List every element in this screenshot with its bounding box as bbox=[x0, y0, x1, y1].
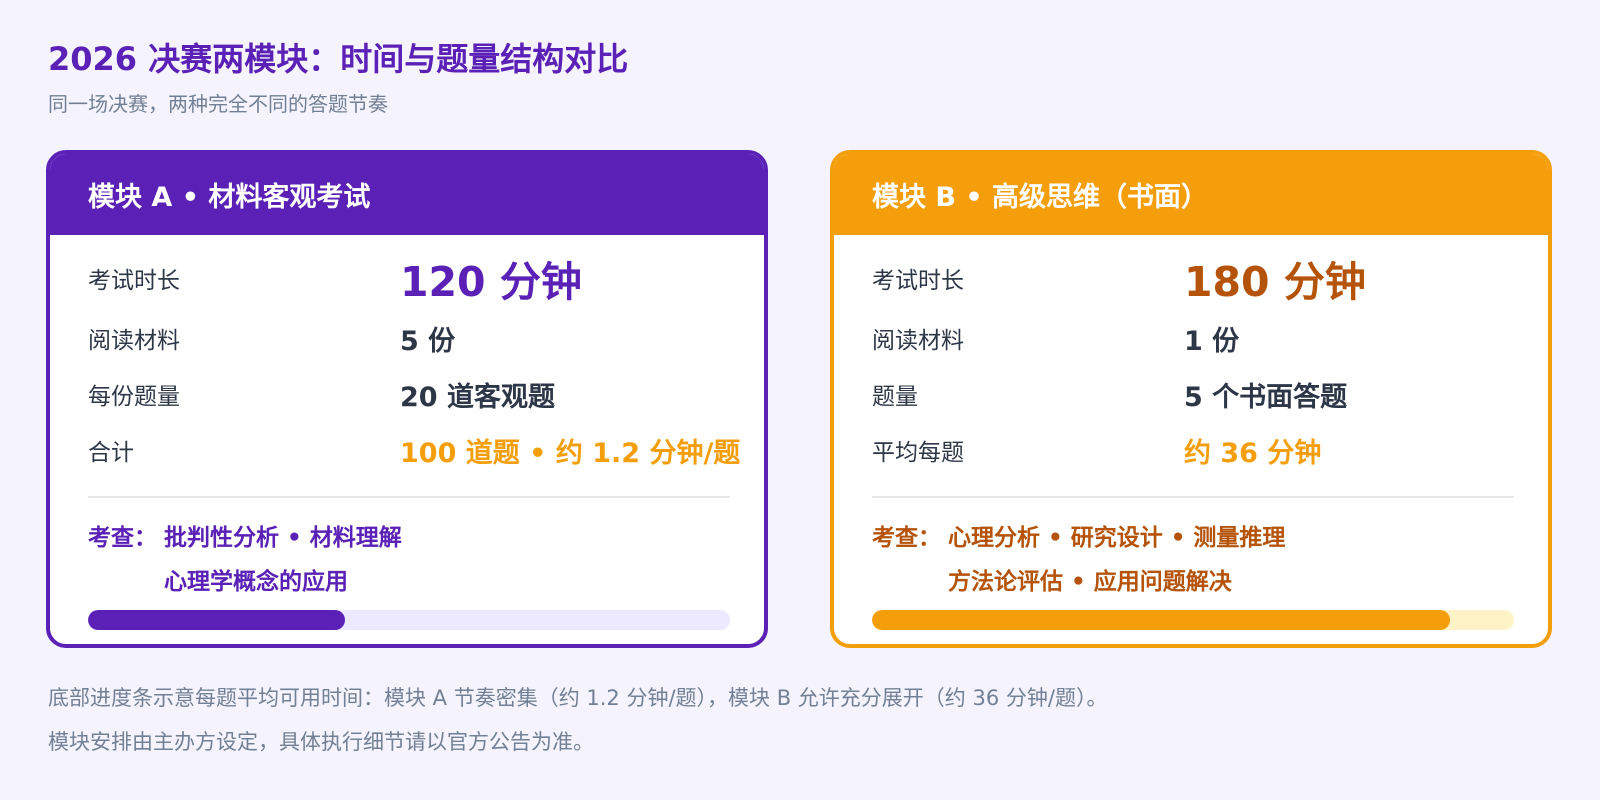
focus-line: 心理学概念的应用 bbox=[164, 569, 348, 595]
row-value: 120 分钟 bbox=[400, 258, 582, 306]
divider bbox=[872, 496, 1514, 498]
row-label: 考试时长 bbox=[88, 268, 180, 294]
row-label: 考试时长 bbox=[872, 268, 964, 294]
module-b-card: 模块 B • 高级思维（书面） 考试时长 180 分钟 阅读材料 1 份 题量 … bbox=[830, 150, 1552, 648]
module-a-time-bar-fill bbox=[88, 610, 345, 630]
row-label: 阅读材料 bbox=[872, 328, 964, 354]
row-label: 题量 bbox=[872, 384, 918, 410]
module-a-time-bar bbox=[88, 610, 730, 630]
row-value: 1 份 bbox=[1184, 325, 1240, 357]
footnote-disclaimer: 模块安排由主办方设定，具体执行细节请以官方公告为准。 bbox=[48, 730, 594, 754]
row-label: 阅读材料 bbox=[88, 328, 180, 354]
module-b-row-questions: 题量 5 个书面答题 bbox=[872, 366, 1538, 422]
module-a-focus: 考查： 批判性分析 • 材料理解 心理学概念的应用 bbox=[88, 516, 402, 604]
module-a-row-materials: 阅读材料 5 份 bbox=[88, 310, 754, 366]
module-a-row-duration: 考试时长 120 分钟 bbox=[88, 250, 754, 306]
focus-prefix: 考查： bbox=[872, 525, 941, 551]
page-title: 2026 决赛两模块：时间与题量结构对比 bbox=[48, 40, 629, 78]
row-label: 每份题量 bbox=[88, 384, 180, 410]
row-value: 20 道客观题 bbox=[400, 381, 555, 413]
module-b-row-average: 平均每题 约 36 分钟 bbox=[872, 422, 1538, 478]
row-value: 约 36 分钟 bbox=[1184, 437, 1322, 469]
module-b-focus: 考查： 心理分析 • 研究设计 • 测量推理 方法论评估 • 应用问题解决 bbox=[872, 516, 1285, 604]
focus-prefix: 考查： bbox=[88, 525, 157, 551]
module-a-row-total: 合计 100 道题 • 约 1.2 分钟/题 bbox=[88, 422, 754, 478]
focus-line: 方法论评估 • 应用问题解决 bbox=[948, 569, 1232, 595]
module-b-row-materials: 阅读材料 1 份 bbox=[872, 310, 1538, 366]
module-b-time-bar-fill bbox=[872, 610, 1450, 630]
module-a-card: 模块 A • 材料客观考试 考试时长 120 分钟 阅读材料 5 份 每份题量 … bbox=[46, 150, 768, 648]
focus-line: 批判性分析 • 材料理解 bbox=[164, 525, 402, 551]
row-value: 100 道题 • 约 1.2 分钟/题 bbox=[400, 437, 741, 469]
page-subtitle: 同一场决赛，两种完全不同的答题节奏 bbox=[48, 92, 388, 116]
row-value: 5 个书面答题 bbox=[1184, 381, 1348, 413]
focus-line: 心理分析 • 研究设计 • 测量推理 bbox=[948, 525, 1286, 551]
footnote-pacing: 底部进度条示意每题平均可用时间：模块 A 节奏密集（约 1.2 分钟/题），模块… bbox=[48, 686, 1108, 710]
divider bbox=[88, 496, 730, 498]
module-b-row-duration: 考试时长 180 分钟 bbox=[872, 250, 1538, 306]
module-b-time-bar bbox=[872, 610, 1514, 630]
row-label: 平均每题 bbox=[872, 440, 964, 466]
module-b-header: 模块 B • 高级思维（书面） bbox=[834, 154, 1548, 235]
module-a-row-questions: 每份题量 20 道客观题 bbox=[88, 366, 754, 422]
row-value: 180 分钟 bbox=[1184, 258, 1366, 306]
module-a-header: 模块 A • 材料客观考试 bbox=[50, 154, 764, 235]
row-value: 5 份 bbox=[400, 325, 456, 357]
row-label: 合计 bbox=[88, 440, 134, 466]
